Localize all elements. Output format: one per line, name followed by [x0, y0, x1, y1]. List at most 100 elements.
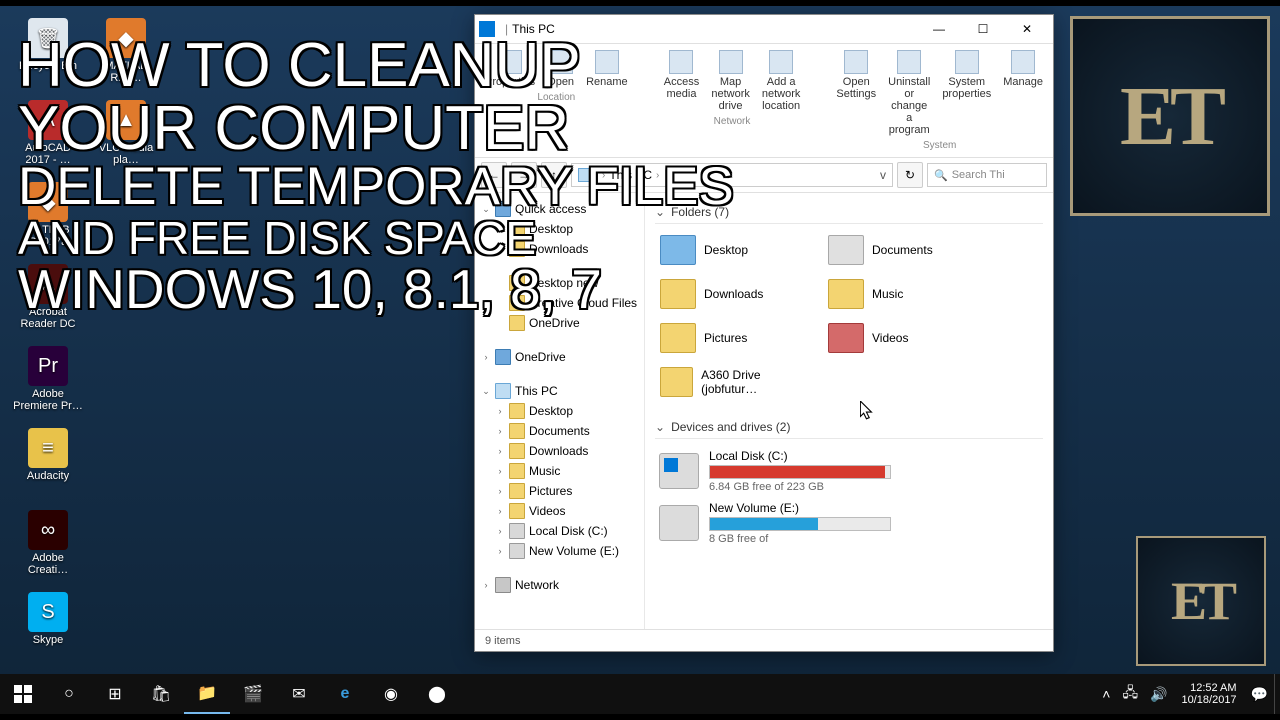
drive-tile[interactable]: New Volume (E:)8 GB free of [655, 497, 895, 549]
taskbar-clock[interactable]: 12:52 AM 10/18/2017 [1174, 682, 1245, 706]
nav-item[interactable]: ›New Volume (E:) [475, 541, 644, 561]
desktop-icon[interactable]: AAcrobat Reader DC [12, 264, 84, 330]
desktop-icon[interactable]: SSkype [12, 592, 84, 646]
taskbar-app-movies[interactable]: 🎬 [230, 674, 276, 714]
ribbon-item[interactable]: Manage [1003, 50, 1043, 136]
cortana-search-icon[interactable]: ○ [46, 674, 92, 714]
folder-tile[interactable]: Pictures [655, 318, 815, 358]
folder-label: A360 Drive (jobfutur… [701, 368, 810, 396]
content-pane[interactable]: ⌄Folders (7) DesktopDocumentsDownloadsMu… [645, 193, 1053, 629]
titlebar[interactable]: | This PC — ☐ ✕ [475, 15, 1053, 43]
ribbon-item[interactable]: Add a network location [762, 50, 801, 112]
folder-icon [660, 367, 693, 397]
nav-item[interactable]: Desktop new [475, 273, 644, 293]
folder-tile[interactable]: Music [823, 274, 983, 314]
ribbon-item[interactable]: Open [547, 50, 574, 88]
ribbon-item[interactable]: Uninstall or change a program [888, 50, 930, 136]
folder-tile[interactable]: Desktop [655, 230, 815, 270]
up-button[interactable]: ↑ [541, 162, 567, 188]
nav-item-icon [509, 241, 525, 257]
ribbon-item[interactable]: Access media [664, 50, 700, 112]
expand-caret-icon[interactable]: › [495, 406, 505, 416]
desktop-icon[interactable]: ▲VLC media pla… [90, 100, 162, 166]
taskbar-app-edge[interactable]: e [322, 674, 368, 714]
ribbon-item[interactable]: Rename [586, 50, 628, 88]
nav-item[interactable]: ›OneDrive [475, 347, 644, 367]
file-explorer-window[interactable]: | This PC — ☐ ✕ Properties Open Rename Loca… [474, 14, 1054, 652]
drives-section-header[interactable]: ⌄Devices and drives (2) [655, 416, 1043, 439]
taskbar-app-chrome[interactable]: ◉ [368, 674, 414, 714]
expand-caret-icon[interactable]: ⌄ [481, 386, 491, 397]
icon-label: Adobe Creati… [12, 552, 84, 576]
drive-icon [659, 453, 699, 489]
ribbon-item[interactable]: Open Settings [836, 50, 876, 136]
folders-section-header[interactable]: ⌄Folders (7) [655, 201, 1043, 224]
ribbon-item-label: System properties [942, 76, 991, 100]
taskbar-app-store[interactable]: 🛍 [138, 674, 184, 714]
expand-caret-icon[interactable]: › [495, 506, 505, 516]
show-desktop-button[interactable] [1274, 674, 1280, 714]
forward-button[interactable]: → [511, 162, 537, 188]
expand-caret-icon[interactable]: › [495, 446, 505, 456]
start-button[interactable] [0, 674, 46, 714]
maximize-button[interactable]: ☐ [961, 15, 1005, 43]
ribbon-item-label: Manage [1003, 76, 1043, 88]
nav-item[interactable]: ›Music [475, 461, 644, 481]
expand-caret-icon[interactable]: › [495, 546, 505, 556]
folder-tile[interactable]: Downloads [655, 274, 815, 314]
nav-item[interactable]: Downloads [475, 239, 644, 259]
action-center-icon[interactable]: 💬 [1245, 686, 1274, 703]
taskbar-app-explorer[interactable]: 📁 [184, 674, 230, 714]
search-input[interactable]: 🔍Search Thi [927, 163, 1047, 187]
task-view-icon[interactable]: ⊞ [92, 674, 138, 714]
desktop-icon[interactable]: ◆MATLAB R20… [90, 18, 162, 84]
taskbar-app-obs[interactable]: ⬤ [414, 674, 460, 714]
taskbar[interactable]: ○ ⊞ 🛍 📁 🎬 ✉ e ◉ ⬤ ˄ 🖧 🔊 12:52 AM 10/18/2… [0, 674, 1280, 714]
nav-item[interactable]: ›Desktop [475, 401, 644, 421]
nav-item-label: Desktop [529, 222, 573, 236]
expand-caret-icon[interactable]: › [495, 426, 505, 436]
expand-caret-icon[interactable]: › [495, 466, 505, 476]
desktop-icon[interactable]: ◆MATLAB R2017a [12, 182, 84, 248]
nav-item[interactable]: ›Pictures [475, 481, 644, 501]
desktop-icon[interactable]: ∞Adobe Creati… [12, 510, 84, 576]
ribbon-item[interactable]: System properties [942, 50, 991, 136]
nav-item[interactable]: ⌄Quick access [475, 199, 644, 219]
ribbon-item[interactable]: Map network drive [711, 50, 750, 112]
address-bar[interactable]: › This PC › v [571, 163, 893, 187]
expand-caret-icon[interactable]: › [481, 352, 491, 362]
nav-item-icon [495, 201, 511, 217]
folder-tile[interactable]: Videos [823, 318, 983, 358]
tray-volume-icon[interactable]: 🔊 [1144, 686, 1173, 703]
tray-up-icon[interactable]: ˄ [1096, 686, 1116, 702]
breadcrumb[interactable]: This PC [609, 168, 652, 182]
desktop-icon[interactable]: ≡Audacity [12, 428, 84, 482]
tray-network-icon[interactable]: 🖧 [1116, 682, 1144, 706]
back-button[interactable]: ← [481, 162, 507, 188]
expand-caret-icon[interactable]: › [495, 526, 505, 536]
nav-item[interactable]: Creative Cloud Files [475, 293, 644, 313]
drive-tile[interactable]: Local Disk (C:)6.84 GB free of 223 GB [655, 445, 895, 497]
nav-item[interactable]: ›Videos [475, 501, 644, 521]
folder-tile[interactable]: A360 Drive (jobfutur… [655, 362, 815, 402]
nav-item[interactable]: OneDrive [475, 313, 644, 333]
nav-item[interactable]: ›Network [475, 575, 644, 595]
minimize-button[interactable]: — [917, 15, 961, 43]
nav-item[interactable]: ›Local Disk (C:) [475, 521, 644, 541]
folder-tile[interactable]: Documents [823, 230, 983, 270]
nav-item[interactable]: Desktop [475, 219, 644, 239]
nav-item[interactable]: ›Downloads [475, 441, 644, 461]
ribbon-item[interactable]: Properties [485, 50, 535, 88]
taskbar-app-mail[interactable]: ✉ [276, 674, 322, 714]
nav-item[interactable]: ›Documents [475, 421, 644, 441]
close-button[interactable]: ✕ [1005, 15, 1049, 43]
desktop-icon[interactable]: PrAdobe Premiere Pr… [12, 346, 84, 412]
desktop-icon[interactable]: 🗑Recycle Bin [12, 18, 84, 72]
expand-caret-icon[interactable]: ⌄ [481, 204, 491, 215]
expand-caret-icon[interactable]: › [495, 486, 505, 496]
expand-caret-icon[interactable]: › [481, 580, 491, 590]
navigation-pane[interactable]: ⌄Quick access Desktop Downloads Desktop new… [475, 193, 645, 629]
desktop-icon[interactable]: AAutoCAD 2017 - … [12, 100, 84, 166]
refresh-button[interactable]: ↻ [897, 162, 923, 188]
nav-item[interactable]: ⌄This PC [475, 381, 644, 401]
